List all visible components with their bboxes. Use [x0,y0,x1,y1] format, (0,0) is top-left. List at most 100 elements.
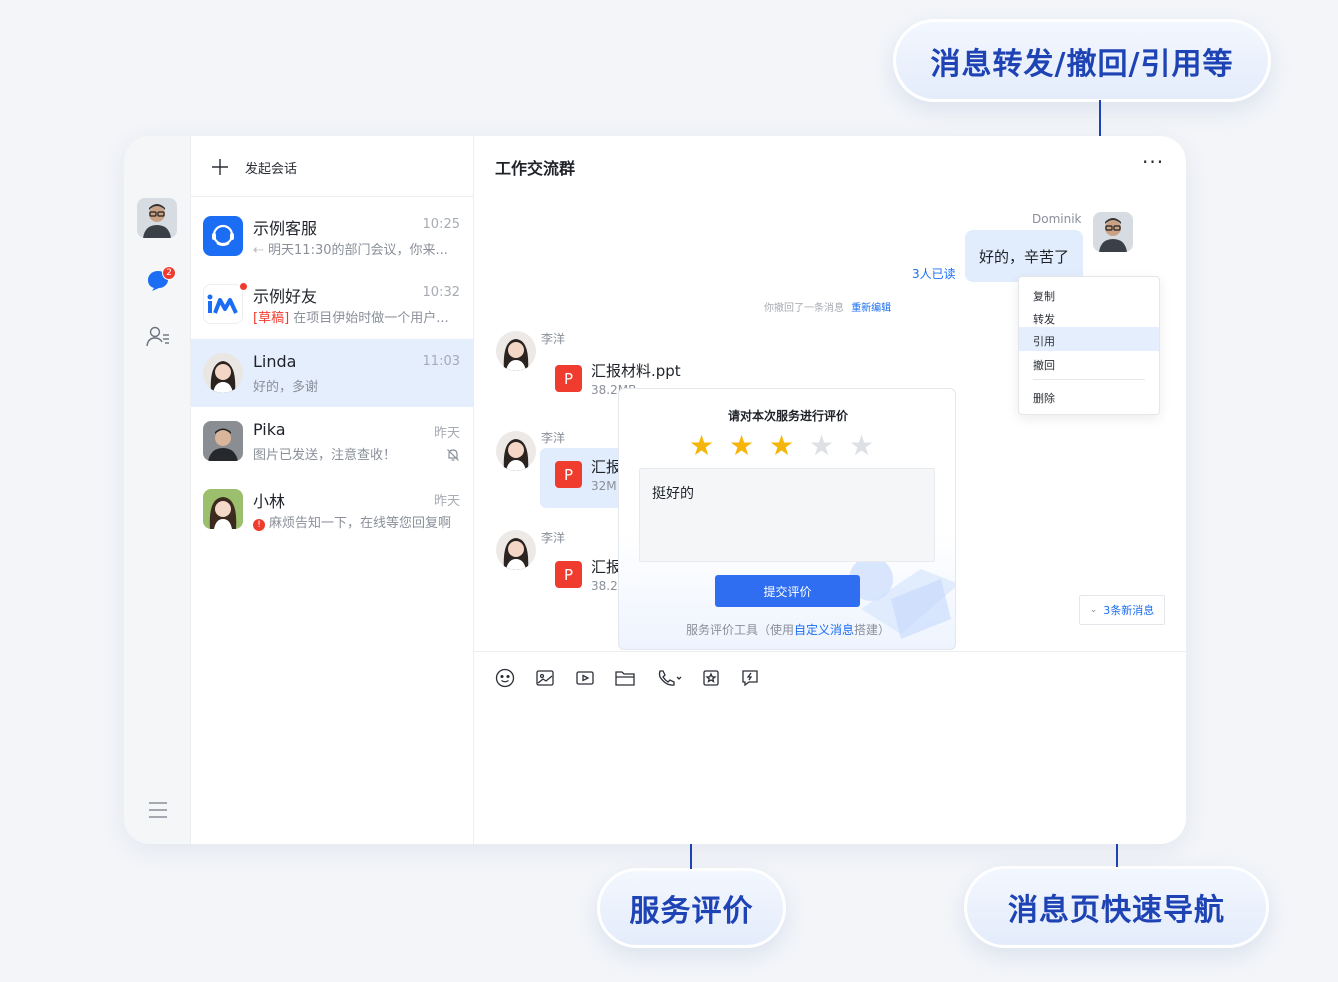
call-icon[interactable] [656,668,684,688]
custom-message-link[interactable]: 自定义消息 [794,623,854,637]
conv-time: 11:03 [422,354,460,369]
other-avatar [496,530,536,570]
xiaolin-avatar [203,489,243,529]
sender-name: 李洋 [541,431,566,445]
folder-icon[interactable] [614,668,636,688]
chat-title: 工作交流群 [495,159,576,178]
contacts-icon[interactable] [145,324,171,350]
unread-dot [239,282,248,291]
conv-name: Linda [253,352,297,371]
star-icon-filled[interactable]: ★ [689,429,714,462]
conv-name: 示例好友 [253,287,318,306]
ppt-file-icon-letter: P [563,369,574,388]
other-avatar [496,431,536,471]
submit-rating-button[interactable]: 提交评价 [715,575,860,607]
file-size: 38.2 [591,579,618,593]
file-name: 汇报 [591,458,622,476]
app-window: 2 发起会话 示例客服 10:25 ⇠ 明天11:30的部门会议，你来... 示… [124,136,1186,844]
double-chevron-down-icon: ⌄ [1089,605,1098,615]
sender-name: 李洋 [541,531,566,545]
new-chat-button[interactable]: 发起会话 [211,156,297,178]
ppt-file-icon: P [555,461,582,488]
draft-tag: [草稿] [253,311,290,326]
callout-service-rating-label: 服务评价 [629,894,754,929]
conv-name: 小林 [253,492,286,511]
conv-preview-text: 麻烦告知一下，在线等您回复啊 [269,516,452,531]
service-avatar [203,216,243,256]
file-size: 32M [591,479,617,493]
conv-preview: 图片已发送，注意查收！ [253,448,397,463]
pika-avatar [203,421,243,461]
rating-footer-suffix: 搭建） [854,623,891,637]
plus-icon [212,159,228,175]
input-divider [474,651,1186,652]
custom-message-icon[interactable] [740,668,760,688]
image-icon[interactable] [535,668,555,688]
conversation-list: 发起会话 示例客服 10:25 ⇠ 明天11:30的部门会议，你来... 示例好… [191,136,474,844]
recall-notice-text: 你撤回了一条消息 [764,303,844,314]
chat-nav-icon[interactable]: 2 [146,266,176,293]
new-chat-label: 发起会话 [245,161,298,177]
menu-copy[interactable]: 复制 [1033,288,1055,304]
star-rating[interactable]: ★ ★ ★ ★ ★ [689,429,889,462]
conv-time: 10:25 [422,217,460,232]
user-avatar[interactable] [137,198,177,238]
star-icon-filled[interactable]: ★ [729,429,754,462]
im-logo-avatar [203,284,243,324]
recall-notice: 你撤回了一条消息 重新编辑 [764,299,891,314]
rating-comment-input[interactable]: 挺好的 [639,468,935,562]
unread-badge: 2 [162,266,176,280]
conv-time: 昨天 [433,494,460,509]
conversation-item-selected[interactable]: Linda 11:03 好的，多谢 [191,339,474,407]
mute-bell-icon [447,449,459,461]
star-icon-empty[interactable]: ★ [849,429,874,462]
callout-quick-nav: 消息页快速导航 [964,866,1269,948]
error-icon: ! [253,519,265,531]
nav-rail: 2 [124,136,191,844]
re-edit-link[interactable]: 重新编辑 [851,303,891,314]
callout-service-rating: 服务评价 [597,868,786,948]
conv-list-divider [191,196,474,197]
conv-preview: ! 麻烦告知一下，在线等您回复啊 [253,512,458,531]
conv-preview-text: 明天11:30的部门会议，你来... [268,243,448,258]
service-rating-card: 请对本次服务进行评价 ★ ★ ★ ★ ★ 挺好的 提交评价 服务评价工具（使用自… [618,388,956,650]
conv-name: Pika [253,420,286,439]
star-icon-filled[interactable]: ★ [769,429,794,462]
other-avatar [496,331,536,371]
emoji-icon[interactable] [495,668,515,688]
rating-footer-prefix: 服务评价工具（使用 [685,623,794,637]
conv-preview: ⇠ 明天11:30的部门会议，你来... [253,239,458,258]
video-icon[interactable] [575,668,595,688]
ppt-file-icon: P [555,561,582,588]
my-avatar [1093,212,1133,252]
chat-panel: 工作交流群 ··· Dominik 好的，辛苦了 3人已读 复制 转发 引用 撤… [474,136,1186,844]
submit-rating-label: 提交评价 [763,584,812,599]
my-message-bubble[interactable]: 好的，辛苦了 [965,230,1083,282]
my-message-text: 好的，辛苦了 [978,247,1069,266]
new-messages-label: 3条新消息 [1103,604,1155,617]
more-options-icon[interactable]: ··· [1142,150,1164,174]
conversation-item[interactable]: Pika 昨天 图片已发送，注意查收！ [191,407,474,475]
reply-arrow-icon: ⇠ [253,243,269,258]
menu-icon[interactable] [147,800,169,820]
conversation-item[interactable]: 小林 昨天 ! 麻烦告知一下，在线等您回复啊 [191,475,474,543]
conv-preview-text: 在项目伊始时做一个用户... [293,311,449,326]
new-messages-button[interactable]: ⌄ 3条新消息 [1079,595,1165,625]
rating-title: 请对本次服务进行评价 [727,409,848,423]
read-receipt[interactable]: 3人已读 [912,265,956,282]
sender-name: 李洋 [541,332,566,346]
conv-time: 10:32 [422,285,460,300]
conversation-item[interactable]: 示例好友 10:32 [草稿] 在项目伊始时做一个用户... [191,270,474,338]
ppt-file-icon-letter: P [563,465,574,484]
file-name: 汇报 [591,558,622,576]
star-icon-empty[interactable]: ★ [809,429,834,462]
callout-message-actions-label: 消息转发/撤回/引用等 [930,46,1234,82]
conv-preview: [草稿] 在项目伊始时做一个用户... [253,307,458,326]
conversation-item[interactable]: 示例客服 10:25 ⇠ 明天11:30的部门会议，你来... [191,202,474,270]
star-card-icon[interactable] [701,668,721,688]
menu-forward[interactable]: 转发 [1033,311,1055,327]
sender-name-me: Dominik [1032,212,1082,226]
conv-preview: 好的，多谢 [253,380,319,395]
conv-time: 昨天 [433,426,460,441]
linda-avatar [203,353,243,393]
